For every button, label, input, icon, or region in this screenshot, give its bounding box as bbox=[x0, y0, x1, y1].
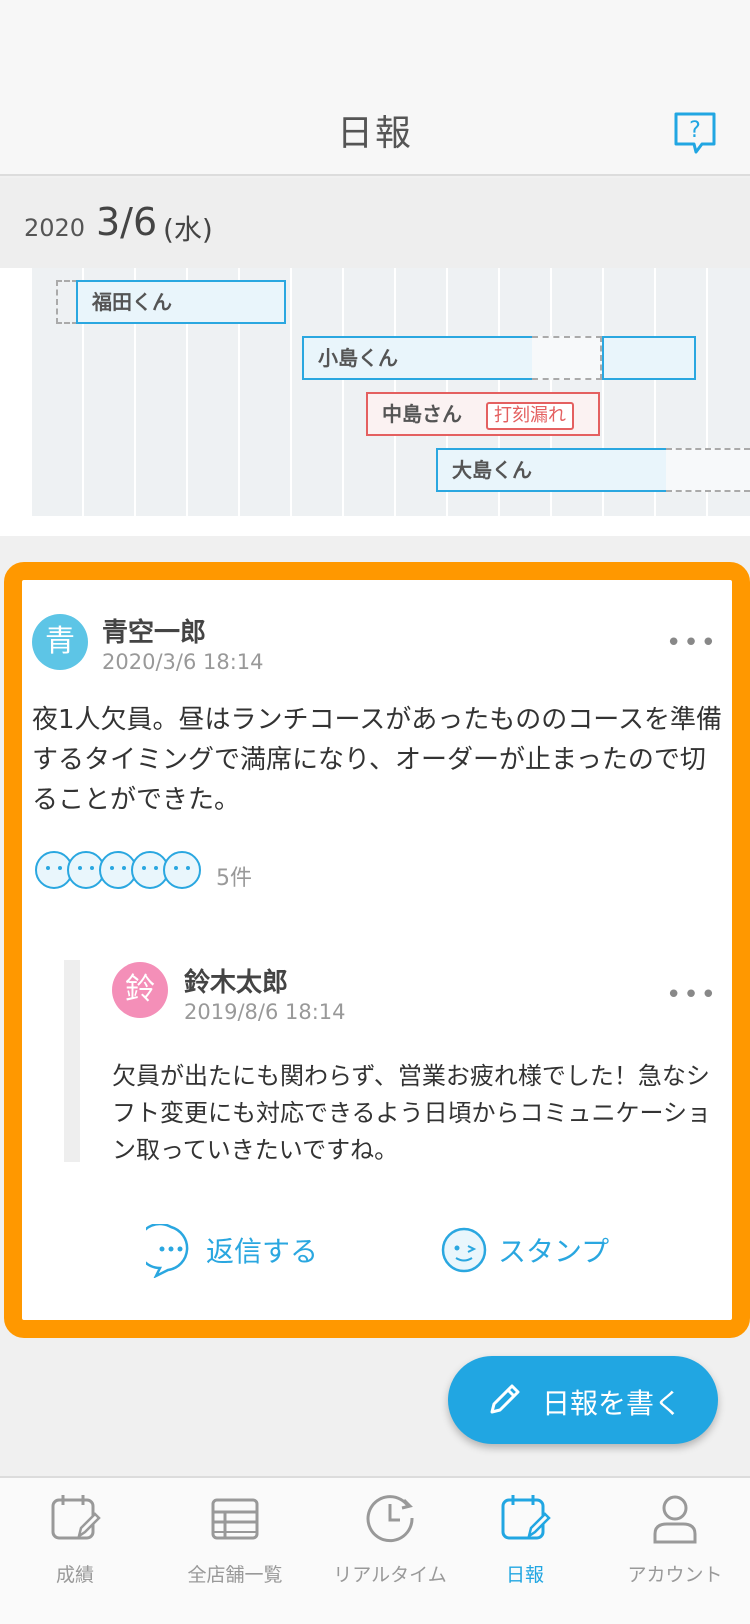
person-icon bbox=[653, 1495, 697, 1544]
clock-icon bbox=[366, 1495, 414, 1543]
shift-bar[interactable]: 福田くん bbox=[76, 280, 286, 324]
tab-label: 成績 bbox=[55, 1564, 94, 1586]
write-report-label: 日報を書く bbox=[542, 1387, 683, 1420]
shift-planned-range bbox=[56, 280, 78, 324]
post-card bbox=[4, 562, 750, 1338]
reply-more-options-icon[interactable]: ••• bbox=[666, 980, 718, 1010]
reply-indent-bar bbox=[64, 960, 80, 1162]
author-avatar: 青 bbox=[32, 614, 88, 670]
shift-name: 大島くん bbox=[452, 458, 532, 482]
reply-author-name: 鈴木太郎 bbox=[184, 968, 289, 998]
reply-body: 欠員が出たにも関わらず、営業お疲れ様でした！急なシフト変更にも対応できるよう日頃… bbox=[112, 1062, 712, 1164]
shift-name: 中島さん bbox=[382, 402, 462, 426]
tab-account[interactable]: アカウント bbox=[600, 1478, 750, 1624]
date-weekday: (水) bbox=[163, 213, 213, 246]
app-header: 日報 ? bbox=[0, 0, 750, 176]
post-timestamp: 2020/3/6 18:14 bbox=[102, 650, 264, 674]
reply-timestamp: 2019/8/6 18:14 bbox=[184, 1000, 346, 1024]
list-icon bbox=[211, 1498, 259, 1540]
page-title: 日報 bbox=[336, 113, 413, 154]
tab-label: リアルタイム bbox=[333, 1564, 447, 1586]
bottom-tab-bar: 成績 全店舗一覧 リアルタイム 日報 アカウント bbox=[0, 1476, 750, 1624]
more-options-icon[interactable]: ••• bbox=[666, 628, 718, 658]
shift-bar[interactable] bbox=[602, 336, 696, 380]
stamp-label: スタンプ bbox=[498, 1235, 610, 1268]
reply-author-avatar: 鈴 bbox=[112, 962, 168, 1018]
pencil-icon bbox=[490, 1384, 520, 1414]
tab-daily-report[interactable]: 日報 bbox=[450, 1478, 600, 1624]
date-year: 2020 bbox=[24, 214, 86, 242]
speech-bubble-icon bbox=[146, 1224, 189, 1278]
post-body: 夜1人欠員。昼はランチコースがあったもののコースを準備するタイミングで満席になり… bbox=[32, 705, 722, 815]
calendar-edit-icon bbox=[51, 1495, 101, 1540]
date-day: 3/6 bbox=[96, 200, 158, 244]
tab-realtime[interactable]: リアルタイム bbox=[315, 1478, 465, 1624]
sticker-face-icon bbox=[441, 1227, 487, 1273]
missing-clock-badge: 打刻漏れ bbox=[486, 402, 574, 430]
author-name: 青空一郎 bbox=[102, 618, 207, 648]
shift-bar[interactable]: 大島くん bbox=[436, 448, 668, 492]
tab-label: 全店舗一覧 bbox=[187, 1564, 283, 1586]
tab-label: アカウント bbox=[627, 1564, 723, 1586]
svg-text:?: ? bbox=[689, 118, 701, 143]
shift-planned-range bbox=[666, 448, 750, 492]
write-report-button[interactable]: 日報を書く bbox=[448, 1356, 718, 1444]
calendar-edit-icon bbox=[501, 1495, 551, 1540]
tab-all-stores[interactable]: 全店舗一覧 bbox=[160, 1478, 310, 1624]
shift-planned-range bbox=[532, 336, 602, 380]
shift-name: 小島くん bbox=[318, 346, 398, 370]
shift-name: 福田くん bbox=[92, 290, 172, 314]
reaction-count[interactable]: 5件 bbox=[216, 860, 252, 892]
reply-label: 返信する bbox=[206, 1235, 319, 1268]
tab-label: 日報 bbox=[505, 1564, 544, 1586]
reaction-stickers[interactable] bbox=[34, 848, 204, 894]
tab-performance[interactable]: 成績 bbox=[0, 1478, 150, 1624]
shift-bar[interactable]: 小島くん bbox=[302, 336, 534, 380]
help-icon[interactable]: ? bbox=[672, 110, 718, 156]
date-bar[interactable]: 2020 3/6 (水) bbox=[0, 178, 750, 268]
